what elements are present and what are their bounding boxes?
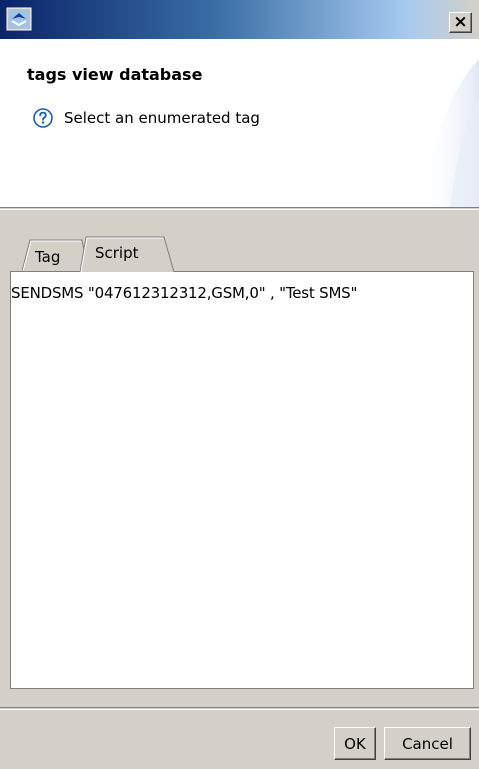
tab-script[interactable]: Script — [80, 236, 174, 272]
tab-label: Script — [95, 244, 139, 262]
app-icon — [6, 7, 32, 31]
dialog-title: tags view database — [27, 65, 203, 84]
cancel-button[interactable]: Cancel — [384, 727, 471, 760]
header-decoration — [420, 59, 479, 207]
button-separator — [0, 707, 479, 710]
script-editor[interactable]: SENDSMS "047612312312,GSM,0" , "Test SMS… — [10, 271, 474, 689]
tab-label: Tag — [35, 248, 61, 266]
header-separator — [0, 207, 479, 210]
dialog-window: × tags view database Select an enumerate… — [0, 0, 479, 769]
close-button[interactable]: × — [449, 12, 472, 33]
dialog-subtitle: Select an enumerated tag — [64, 109, 260, 127]
help-icon — [33, 108, 53, 128]
dialog-header: tags view database Select an enumerated … — [0, 39, 479, 207]
close-icon: × — [453, 12, 468, 32]
ok-button[interactable]: OK — [334, 727, 376, 760]
title-bar[interactable]: × — [0, 0, 479, 39]
script-text[interactable]: SENDSMS "047612312312,GSM,0" , "Test SMS… — [11, 284, 357, 302]
tab-tag[interactable]: Tag — [22, 236, 88, 271]
